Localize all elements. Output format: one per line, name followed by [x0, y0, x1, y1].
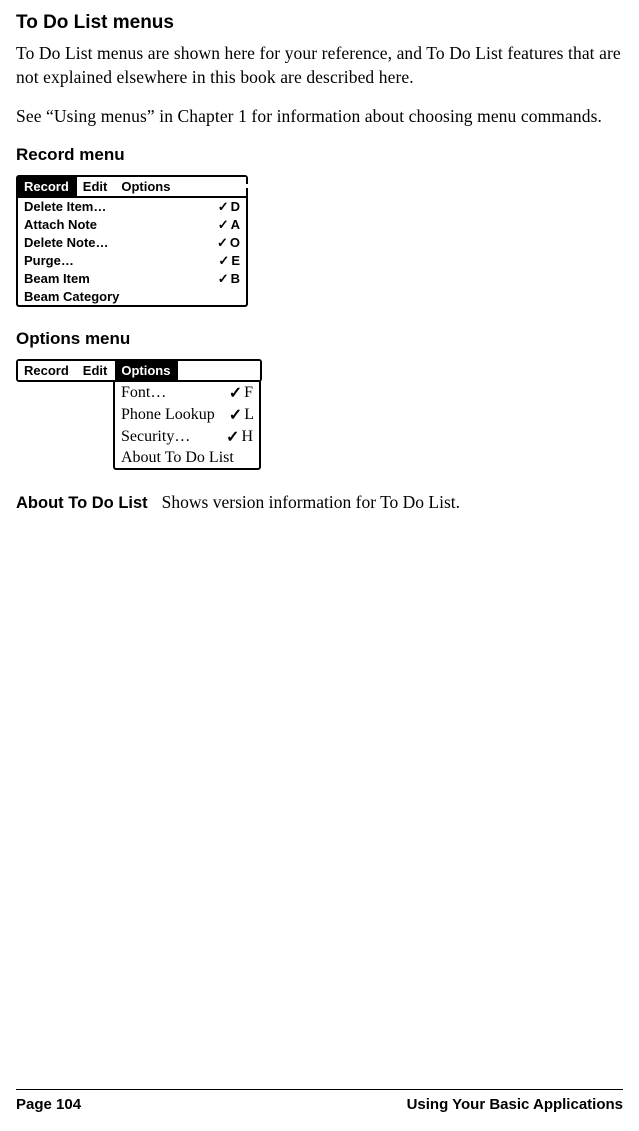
- menu-item-attach-note: Attach Note ✓A: [18, 216, 246, 234]
- menu-shortcut: ✓E: [218, 253, 240, 269]
- menu-shortcut: ✓F: [229, 383, 253, 403]
- stroke-icon: ✓: [229, 405, 242, 425]
- heading-record-menu: Record menu: [16, 145, 623, 165]
- menu-title-edit: Edit: [77, 361, 116, 380]
- menu-item-label: About To Do List: [121, 449, 234, 467]
- heading-options-menu: Options menu: [16, 329, 623, 349]
- menu-shortcut: ✓L: [229, 405, 254, 425]
- menu-item-label: Font…: [121, 384, 166, 402]
- options-menu-bar-box: Record Edit Options: [16, 359, 262, 382]
- stroke-icon: ✓: [218, 199, 229, 215]
- menu-item-purge: Purge… ✓E: [18, 252, 246, 270]
- about-description-row: About To Do List Shows version informati…: [16, 492, 623, 513]
- stroke-icon: ✓: [226, 427, 239, 447]
- menu-item-label: Delete Note…: [24, 235, 109, 250]
- menu-item-security: Security… ✓H: [115, 426, 259, 448]
- footer-page-number: Page 104: [16, 1096, 81, 1113]
- menu-shortcut: ✓A: [218, 217, 240, 233]
- options-menu-dropdown: Font… ✓F Phone Lookup ✓L Security… ✓H Ab…: [113, 380, 261, 470]
- record-menu-screenshot: Record Edit Options Delete Item… ✓D Atta…: [16, 175, 248, 307]
- intro-paragraph-1: To Do List menus are shown here for your…: [16, 42, 623, 89]
- menu-item-beam-category: Beam Category: [18, 288, 246, 305]
- menu-title-record: Record: [18, 361, 77, 380]
- menu-shortcut: ✓D: [218, 199, 240, 215]
- options-menu-screenshot: Record Edit Options Font… ✓F Phone Looku…: [16, 359, 623, 470]
- menu-item-label: Security…: [121, 428, 190, 446]
- menu-item-label: Phone Lookup: [121, 406, 215, 424]
- intro-paragraph-2: See “Using menus” in Chapter 1 for infor…: [16, 105, 623, 129]
- stroke-icon: ✓: [217, 235, 228, 251]
- menu-item-label: Delete Item…: [24, 199, 106, 214]
- menu-item-font: Font… ✓F: [115, 382, 259, 404]
- menu-bar-spacer: [178, 184, 248, 188]
- menu-item-delete-item: Delete Item… ✓D: [18, 198, 246, 216]
- options-menu-bar: Record Edit Options: [18, 361, 260, 380]
- menu-item-delete-note: Delete Note… ✓O: [18, 234, 246, 252]
- menu-title-record: Record: [18, 177, 77, 196]
- page-footer: Page 104 Using Your Basic Applications: [16, 1089, 623, 1113]
- about-description-text: Shows version information for To Do List…: [162, 492, 460, 513]
- menu-title-options: Options: [115, 177, 178, 196]
- menu-item-about-todo: About To Do List: [115, 448, 259, 468]
- menu-shortcut: ✓O: [217, 235, 240, 251]
- menu-shortcut: ✓H: [226, 427, 253, 447]
- menu-item-beam-item: Beam Item ✓B: [18, 270, 246, 288]
- menu-item-label: Beam Category: [24, 289, 119, 304]
- stroke-icon: ✓: [218, 253, 229, 269]
- heading-todo-list-menus: To Do List menus: [16, 12, 623, 34]
- stroke-icon: ✓: [218, 217, 229, 233]
- record-menu-dropdown: Delete Item… ✓D Attach Note ✓A Delete No…: [18, 198, 246, 305]
- about-description-label: About To Do List: [16, 494, 148, 513]
- menu-item-label: Attach Note: [24, 217, 97, 232]
- stroke-icon: ✓: [229, 383, 242, 403]
- footer-chapter-title: Using Your Basic Applications: [407, 1096, 623, 1113]
- menu-title-options: Options: [115, 361, 178, 380]
- menu-item-label: Purge…: [24, 253, 74, 268]
- menu-item-label: Beam Item: [24, 271, 90, 286]
- menu-title-edit: Edit: [77, 177, 116, 196]
- menu-item-phone-lookup: Phone Lookup ✓L: [115, 404, 259, 426]
- menu-bar-spacer: [178, 368, 260, 372]
- record-menu-bar: Record Edit Options: [18, 177, 246, 198]
- menu-shortcut: ✓B: [218, 271, 240, 287]
- stroke-icon: ✓: [218, 271, 229, 287]
